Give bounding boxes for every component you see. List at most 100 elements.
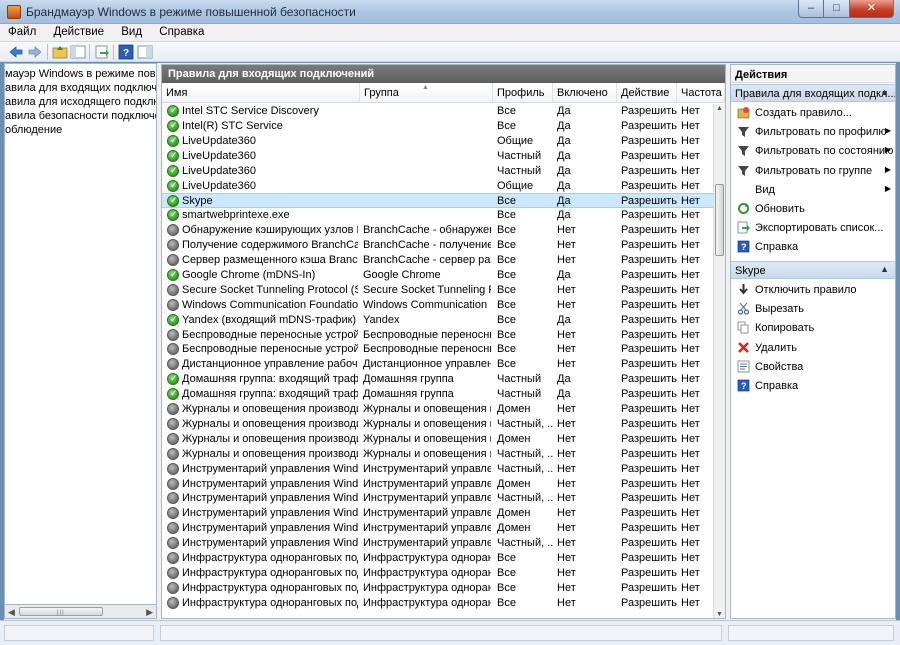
menu-file[interactable]: Файл (0, 24, 42, 38)
table-row[interactable]: Инструментарий управления Windows ... Инс… (162, 521, 713, 536)
action-item[interactable]: Вид ▶ (731, 181, 895, 199)
table-row[interactable]: ✓ Домашняя группа: входящий трафик (... До… (162, 387, 713, 402)
enabled-rule-icon: ✓ (167, 388, 179, 401)
table-row[interactable]: Журналы и оповещения производител... Журн… (162, 447, 713, 462)
cell-group: Журналы и оповещения п... (363, 417, 491, 430)
table-row[interactable]: Инструментарий управления Windows ... Инс… (162, 462, 713, 477)
table-row[interactable]: Сервер размещенного кэша BranchCa... Bran… (162, 253, 713, 268)
cell-profile: Частный, ... (497, 492, 553, 505)
table-row[interactable]: ✓ Intel(R) STC Service Все Да Разрешить Нет (162, 119, 713, 134)
column-action[interactable]: Действие (617, 83, 677, 103)
table-row[interactable]: ✓ Домашняя группа: входящий трафик Домашня… (162, 372, 713, 387)
scroll-right-icon[interactable]: ▶ (146, 607, 153, 618)
table-row[interactable]: Журналы и оповещения производител... Журн… (162, 402, 713, 417)
collapse-icon[interactable]: ▲ (880, 264, 889, 274)
action-item[interactable]: ? Справка (731, 238, 895, 256)
back-icon[interactable] (8, 44, 24, 60)
tree-item-connection-security[interactable]: авила безопасности подключения (5, 110, 156, 124)
table-row[interactable]: Инструментарий управления Windows ... Инс… (162, 506, 713, 521)
action-item[interactable]: ? Справка (731, 377, 895, 395)
rules-vertical-scrollbar[interactable]: ▲ ▼ (713, 104, 725, 618)
actions-section-skype[interactable]: Skype ▲ (731, 261, 895, 279)
action-item[interactable]: Экспортировать список... (731, 219, 895, 237)
cell-freq: Нет (681, 596, 700, 609)
cell-profile: Все (497, 209, 516, 222)
scroll-down-icon[interactable]: ▼ (716, 611, 723, 618)
table-row[interactable]: Обнаружение кэширующих узлов Branch... Br… (162, 223, 713, 238)
table-row[interactable]: Журналы и оповещения производител... Журн… (162, 417, 713, 432)
tree-item-root[interactable]: мауэр Windows в режиме повышеі (5, 68, 156, 82)
console-tree-icon[interactable] (70, 44, 86, 60)
cell-freq: Нет (681, 164, 700, 177)
table-row[interactable]: ✓ Yandex (входящий mDNS-трафик) Yandex Все Д… (162, 313, 713, 328)
table-row[interactable]: Журналы и оповещения производител... Журн… (162, 432, 713, 447)
tree-item-monitoring[interactable]: облюдение (5, 124, 62, 138)
up-folder-icon[interactable] (52, 44, 68, 60)
action-item[interactable]: Обновить (731, 200, 895, 218)
table-row[interactable]: ✓ Skype Все Да Разрешить Нет (162, 193, 713, 209)
column-profile[interactable]: Профиль (493, 83, 553, 103)
scroll-up-icon[interactable]: ▲ (716, 105, 723, 112)
tree-item-outbound[interactable]: авила для исходящего подключе (5, 96, 156, 110)
maximize-button[interactable]: □ (824, 0, 850, 18)
table-row[interactable]: Инфраструктура одноранговых подкл... Инфр… (162, 566, 713, 581)
show-action-pane-icon[interactable] (137, 44, 153, 60)
cell-profile: Домен (497, 477, 531, 490)
cell-group: Secure Socket Tunneling P... (363, 283, 491, 296)
action-item[interactable]: Фильтровать по состоянию ▶ (731, 142, 895, 160)
export-toolbar-icon[interactable] (94, 44, 110, 60)
column-enabled[interactable]: Включено (553, 83, 617, 103)
forward-icon[interactable] (27, 44, 43, 60)
column-name[interactable]: Имя (162, 83, 360, 103)
minimize-button[interactable]: – (798, 0, 824, 18)
scroll-left-icon[interactable]: ◀ (8, 607, 15, 618)
help-toolbar-icon[interactable]: ? (118, 44, 134, 60)
table-row[interactable]: ✓ LiveUpdate360 Частный Да Разрешить Нет (162, 164, 713, 179)
cell-action: Разрешить (621, 537, 677, 550)
action-item[interactable]: Фильтровать по группе ▶ (731, 162, 895, 180)
disabled-rule-icon (167, 403, 179, 415)
table-row[interactable]: Беспроводные переносные устройства... Бес… (162, 328, 713, 343)
action-item[interactable]: Отключить правило (731, 281, 895, 299)
action-item[interactable]: Копировать (731, 319, 895, 337)
menu-view[interactable]: Вид (113, 24, 148, 38)
svg-text:?: ? (741, 242, 747, 252)
action-item[interactable]: Удалить (731, 339, 895, 357)
table-row[interactable]: Инфраструктура одноранговых подкл... Инфр… (162, 551, 713, 566)
table-row[interactable]: Secure Socket Tunneling Protocol (SSTP-.… (162, 283, 713, 298)
action-item[interactable]: Вырезать (731, 300, 895, 318)
table-row[interactable]: Инфраструктура одноранговых подкл... Инфр… (162, 581, 713, 596)
cell-action: Разрешить (621, 447, 677, 460)
action-label: Отключить правило (755, 284, 857, 296)
rules-list-pane: Правила для входящих подключений Имя Гру… (161, 64, 726, 619)
tree-horizontal-scrollbar[interactable]: ◀ ||| ▶ (4, 604, 157, 619)
table-row[interactable]: ✓ LiveUpdate360 Общие Да Разрешить Нет (162, 179, 713, 194)
table-row[interactable]: Получение содержимого BranchCache ... Bra… (162, 238, 713, 253)
table-row[interactable]: Инструментарий управления Windows ... Инс… (162, 536, 713, 551)
table-row[interactable]: ✓ Google Chrome (mDNS-In) Google Chrome Все… (162, 268, 713, 283)
table-row[interactable]: ✓ Intel STC Service Discovery Все Да Разреши… (162, 104, 713, 119)
table-row[interactable]: Инструментарий управления Windows ... Инс… (162, 491, 713, 506)
cell-freq: Нет (681, 358, 700, 371)
menu-help[interactable]: Справка (151, 24, 210, 38)
scroll-thumb[interactable] (715, 184, 724, 256)
table-row[interactable]: Windows Communication Foundation N... Win… (162, 298, 713, 313)
menu-action[interactable]: Действие (45, 24, 110, 38)
table-row[interactable]: Дистанционное управление рабочим с... Дис… (162, 357, 713, 372)
table-row[interactable]: ✓ smartwebprintexe.exe Все Да Разрешить Нет (162, 208, 713, 223)
table-row[interactable]: Инструментарий управления Windows ... Инс… (162, 477, 713, 492)
action-item[interactable]: Свойства (731, 358, 895, 376)
actions-section-inbound[interactable]: Правила для входящих подкл... ▲ (731, 84, 895, 102)
action-item[interactable]: Фильтровать по профилю ▶ (731, 123, 895, 141)
action-label: Справка (755, 241, 799, 254)
tree-item-inbound[interactable]: авила для входящих подключений (5, 82, 156, 96)
cell-action: Разрешить (621, 492, 677, 505)
column-override[interactable]: Частота (677, 83, 725, 103)
close-button[interactable]: ✕ (850, 0, 894, 18)
table-row[interactable]: Беспроводные переносные устройства... Бес… (162, 342, 713, 357)
table-row[interactable]: ✓ LiveUpdate360 Частный Да Разрешить Нет (162, 149, 713, 164)
action-item[interactable]: Создать правило... (731, 104, 895, 122)
table-row[interactable]: ✓ LiveUpdate360 Общие Да Разрешить Нет (162, 134, 713, 149)
table-row[interactable]: Инфраструктура одноранговых подкл... Инфр… (162, 596, 713, 611)
collapse-icon[interactable]: ▲ (880, 87, 889, 97)
